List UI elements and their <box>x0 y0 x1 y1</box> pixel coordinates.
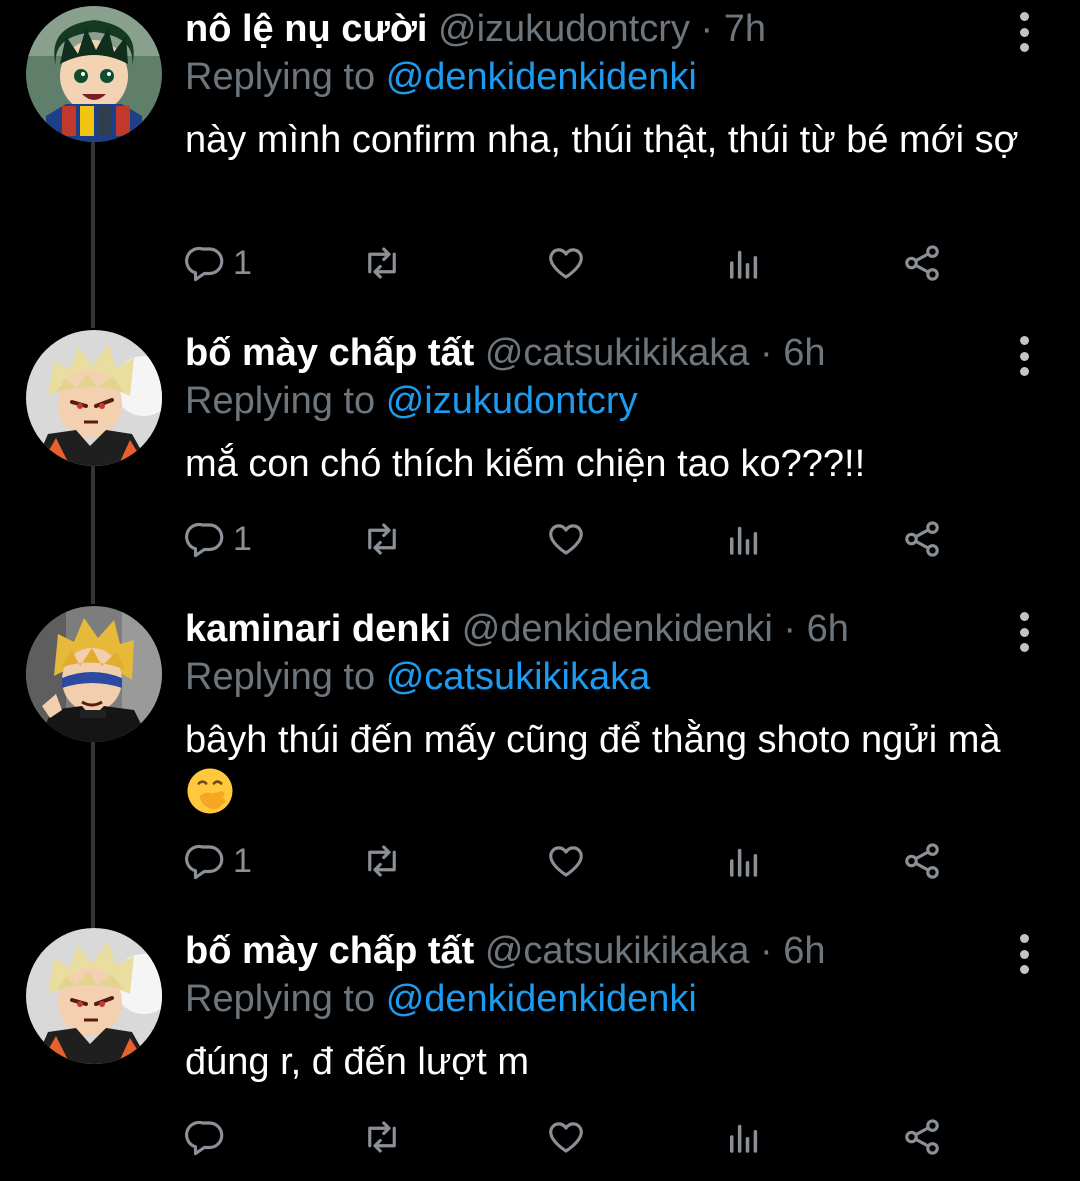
display-name[interactable]: nô lệ nụ cười <box>185 8 427 50</box>
mention-link[interactable]: @catsukikikaka <box>386 656 651 698</box>
reply-button[interactable]: 1 <box>185 238 252 288</box>
reply-button[interactable]: 1 <box>185 514 252 564</box>
tweet-text: bâyh thúi đến mấy cũng để thằng shoto ng… <box>185 714 1025 820</box>
user-handle[interactable]: @catsukikikaka <box>485 332 750 374</box>
replying-prefix: Replying to <box>185 380 376 422</box>
share-button[interactable] <box>901 1112 943 1162</box>
share-icon <box>905 843 939 879</box>
reply-count: 1 <box>233 841 252 880</box>
mention-link[interactable]: @denkidenkidenki <box>386 56 697 98</box>
tweet-text: đúng r, đ đến lượt m <box>185 1041 529 1083</box>
separator-dot: · <box>759 930 773 972</box>
avatar[interactable] <box>26 606 162 742</box>
retweet-icon <box>368 523 396 555</box>
tweet[interactable]: bố mày chấp tất @catsukikikaka · 6h Repl… <box>0 922 1080 1181</box>
like-button[interactable] <box>545 1112 587 1162</box>
reply-icon <box>185 844 224 880</box>
share-button[interactable] <box>901 514 943 564</box>
mention-link[interactable]: @denkidenkidenki <box>386 978 697 1020</box>
tweet-header: bố mày chấp tất @catsukikikaka · 6h <box>185 928 1000 974</box>
share-button[interactable] <box>901 836 943 886</box>
separator-dot: · <box>700 8 714 50</box>
like-button[interactable] <box>545 514 587 564</box>
reply-icon <box>185 1120 224 1156</box>
retweet-button[interactable] <box>361 836 403 886</box>
face-with-hand-over-mouth-icon <box>187 768 233 814</box>
like-icon <box>549 248 583 279</box>
retweet-icon <box>368 845 396 877</box>
like-icon <box>549 846 583 877</box>
like-icon <box>549 524 583 555</box>
share-icon <box>905 521 939 557</box>
action-bar <box>185 1112 965 1162</box>
analytics-button[interactable] <box>723 238 765 288</box>
analytics-icon <box>730 848 758 877</box>
like-button[interactable] <box>545 836 587 886</box>
timestamp[interactable]: 6h <box>783 930 825 972</box>
tweet[interactable]: nô lệ nụ cười @izukudontcry · 7h Replyin… <box>0 0 1080 320</box>
reply-button[interactable] <box>185 1112 233 1162</box>
avatar[interactable] <box>26 928 162 1064</box>
retweet-button[interactable] <box>361 1112 403 1162</box>
replying-to: Replying to @denkidenkidenki <box>185 976 697 1022</box>
reply-thread: nô lệ nụ cười @izukudontcry · 7h Replyin… <box>0 0 1080 1181</box>
user-handle[interactable]: @izukudontcry <box>438 8 690 50</box>
analytics-button[interactable] <box>723 514 765 564</box>
tweet-text: này mình confirm nha, thúi thật, thúi từ… <box>185 119 1019 161</box>
display-name[interactable]: kaminari denki <box>185 608 451 650</box>
action-bar: 1 <box>185 238 965 288</box>
replying-to: Replying to @catsukikikaka <box>185 654 650 700</box>
separator-dot: · <box>783 608 797 650</box>
like-button[interactable] <box>545 238 587 288</box>
action-bar: 1 <box>185 836 965 886</box>
tweet[interactable]: kaminari denki @denkidenkidenki · 6h Rep… <box>0 600 1080 920</box>
share-icon <box>905 1119 939 1155</box>
tweet-text-content: bâyh thúi đến mấy cũng để thằng shoto ng… <box>185 719 1001 761</box>
analytics-icon <box>730 526 758 555</box>
analytics-icon <box>730 1124 758 1153</box>
reply-count: 1 <box>233 519 252 558</box>
more-icon[interactable] <box>1014 934 1034 974</box>
reply-icon <box>185 246 224 282</box>
reply-count: 1 <box>233 243 252 282</box>
like-icon <box>549 1122 583 1153</box>
timestamp[interactable]: 6h <box>783 332 825 374</box>
tweet-header: bố mày chấp tất @catsukikikaka · 6h <box>185 330 1000 376</box>
share-button[interactable] <box>901 238 943 288</box>
user-handle[interactable]: @denkidenkidenki <box>462 608 773 650</box>
tweet-header: kaminari denki @denkidenkidenki · 6h <box>185 606 1000 652</box>
display-name[interactable]: bố mày chấp tất <box>185 332 474 374</box>
more-icon[interactable] <box>1014 336 1034 376</box>
retweet-button[interactable] <box>361 238 403 288</box>
tweet-header: nô lệ nụ cười @izukudontcry · 7h <box>185 6 1000 52</box>
replying-to: Replying to @izukudontcry <box>185 378 638 424</box>
timestamp[interactable]: 6h <box>807 608 849 650</box>
user-handle[interactable]: @catsukikikaka <box>485 930 750 972</box>
replying-prefix: Replying to <box>185 656 376 698</box>
retweet-icon <box>368 1121 396 1153</box>
action-bar: 1 <box>185 514 965 564</box>
analytics-icon <box>730 250 758 279</box>
timestamp[interactable]: 7h <box>724 8 766 50</box>
tweet[interactable]: bố mày chấp tất @catsukikikaka · 6h Repl… <box>0 324 1080 604</box>
reply-icon <box>185 522 224 558</box>
analytics-button[interactable] <box>723 1112 765 1162</box>
replying-prefix: Replying to <box>185 978 376 1020</box>
display-name[interactable]: bố mày chấp tất <box>185 930 474 972</box>
mention-link[interactable]: @izukudontcry <box>386 380 638 422</box>
avatar[interactable] <box>26 330 162 466</box>
share-icon <box>905 245 939 281</box>
reply-button[interactable]: 1 <box>185 836 252 886</box>
tweet-text: mắ con chó thích kiếm chiện tao ko???!! <box>185 443 866 485</box>
retweet-button[interactable] <box>361 514 403 564</box>
replying-prefix: Replying to <box>185 56 376 98</box>
avatar[interactable] <box>26 6 162 142</box>
replying-to: Replying to @denkidenkidenki <box>185 54 697 100</box>
more-icon[interactable] <box>1014 12 1034 52</box>
separator-dot: · <box>759 332 773 374</box>
more-icon[interactable] <box>1014 612 1034 652</box>
retweet-icon <box>368 247 396 279</box>
analytics-button[interactable] <box>723 836 765 886</box>
